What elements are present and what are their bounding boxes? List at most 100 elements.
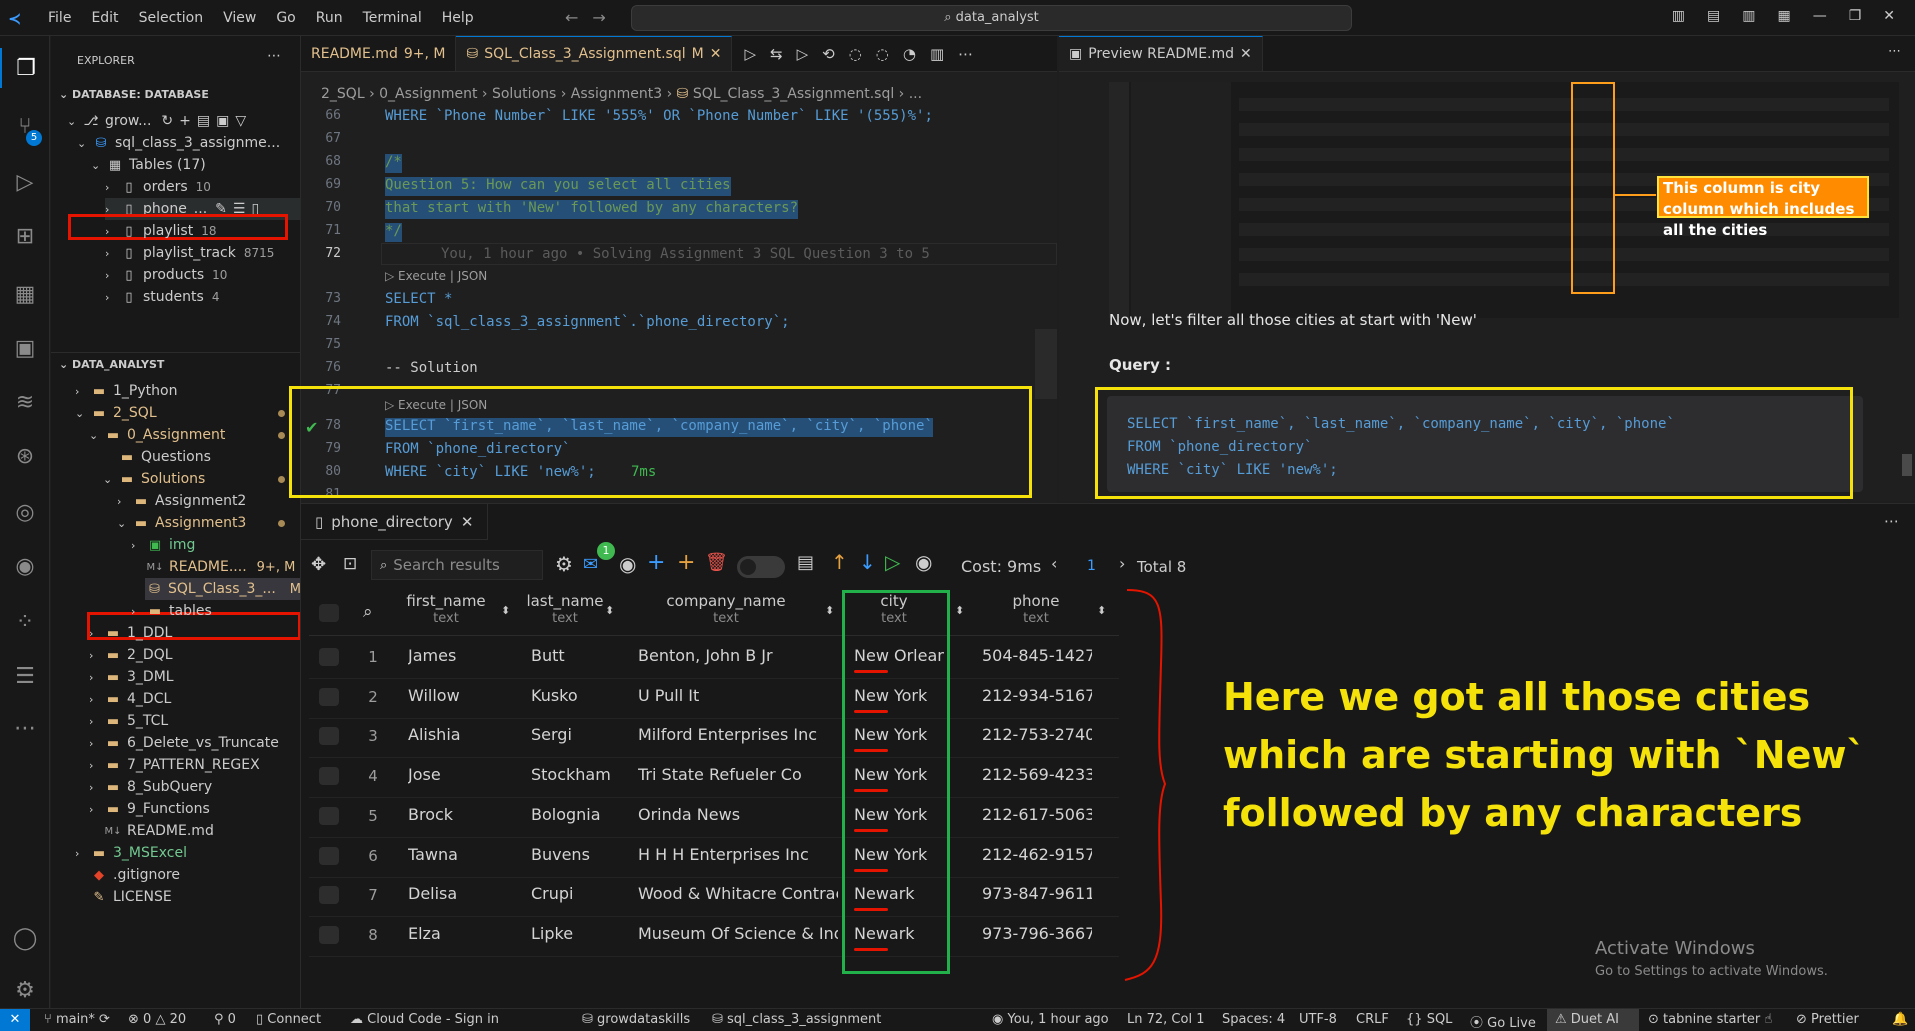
table-cell-phone[interactable]: 212-569-4233 [982, 765, 1092, 784]
database-icon[interactable]: ≋ [0, 382, 50, 422]
add-icon[interactable]: + [677, 550, 695, 575]
cloud-code-button[interactable]: ☁ Cloud Code - Sign in [350, 1012, 499, 1027]
code-line-73[interactable]: SELECT * [385, 291, 452, 310]
table-item-products[interactable]: › ▯ products 10 [105, 264, 227, 286]
layout-sidebar-icon[interactable]: ▥ [1672, 8, 1685, 24]
row-checkbox[interactable] [319, 846, 339, 865]
go-live-button[interactable]: ⦿ Go Live [1470, 1012, 1536, 1031]
close-tab-icon[interactable]: ✕ [710, 46, 722, 62]
menu-go[interactable]: Go [276, 10, 295, 26]
close-tab-icon[interactable]: ✕ [1240, 46, 1252, 62]
github-icon[interactable]: ◉ [0, 546, 50, 586]
table-cell-first-name[interactable]: Brock [408, 805, 508, 824]
code-line-76[interactable]: -- Solution [385, 360, 478, 379]
tree-item-2-sql[interactable]: ⌄ ▬ 2_SQL [75, 402, 300, 424]
column-header-first-name[interactable]: first_name text [391, 592, 501, 626]
minimize-icon[interactable]: — [1813, 8, 1827, 24]
next-page-icon[interactable]: › [1119, 554, 1125, 573]
customize-layout-icon[interactable]: ▦ [1777, 8, 1790, 24]
menu-selection[interactable]: Selection [139, 10, 204, 26]
lock-icon[interactable]: ⊡ [343, 554, 357, 574]
sort-icon[interactable]: ⬍ [955, 604, 964, 617]
accounts-icon[interactable]: ◯ [0, 918, 50, 958]
crumb[interactable]: Solutions [492, 86, 556, 102]
run-icon[interactable]: ▷ [885, 550, 900, 574]
table-cell-last-name[interactable]: Kusko [531, 686, 621, 705]
table-cell-phone[interactable]: 504-845-1427 [982, 646, 1092, 665]
sort-icon[interactable]: ⬍ [605, 604, 614, 617]
row-checkbox[interactable] [319, 648, 339, 666]
table-cell-phone[interactable]: 212-753-2740 [982, 725, 1092, 744]
tabnine-status[interactable]: ⊙ tabnine starter ☝ [1648, 1012, 1772, 1027]
menu-run[interactable]: Run [316, 10, 343, 26]
table-cell-last-name[interactable]: Lipke [531, 924, 621, 943]
row-checkbox[interactable] [319, 886, 339, 905]
tree-item-assignment3[interactable]: ⌄ ▬ Assignment3 [117, 512, 300, 534]
table-cell-company-name[interactable]: Museum Of Science & Indu [638, 924, 838, 943]
column-header-phone[interactable]: phone text [971, 592, 1101, 626]
split-editor-icon[interactable]: ▥ [930, 45, 944, 63]
code-line-74[interactable]: FROM `sql_class_3_assignment`.`phone_dir… [385, 314, 790, 333]
run-file-icon[interactable]: ▷ [797, 45, 809, 63]
end-of-line[interactable]: CRLF [1356, 1012, 1389, 1027]
search-results-input[interactable]: ⌕ Search results [371, 550, 543, 580]
menu-terminal[interactable]: Terminal [363, 10, 422, 26]
ports-indicator[interactable]: ⚲ 0 [214, 1012, 236, 1027]
table-cell-company-name[interactable]: Benton, John B Jr [638, 646, 838, 665]
crumb[interactable]: 2_SQL [321, 86, 365, 102]
minimap-slider[interactable] [1035, 329, 1057, 399]
code-line-70[interactable]: that start with 'New' followed by any ch… [385, 200, 799, 219]
git-graph-icon[interactable]: ⊛ [0, 436, 50, 476]
page-number[interactable]: 1 [1087, 558, 1096, 574]
explorer-more-icon[interactable]: ⋯ [267, 48, 281, 64]
run-icon[interactable]: ▷ [744, 45, 756, 63]
tree-item-readme[interactable]: M↓ README.... 9+, M [145, 556, 295, 578]
crumb[interactable]: SQL_Class_3_Assignment.sql [693, 86, 894, 102]
panel-more-icon[interactable]: ⋯ [1884, 512, 1899, 530]
table-cell-first-name[interactable]: Alishia [408, 725, 508, 744]
remote-icon[interactable]: ✕ [0, 1009, 30, 1031]
column-header-company-name[interactable]: company_name text [621, 592, 831, 626]
db-connection-status[interactable]: ⛁ growdataskills [582, 1012, 690, 1027]
more-actions-icon[interactable]: ⋯ [958, 45, 973, 63]
git-blame-status[interactable]: ◉ You, 1 hour ago [992, 1012, 1109, 1027]
close-tab-icon[interactable]: ✕ [461, 513, 474, 531]
close-window-icon[interactable]: ✕ [1883, 8, 1895, 24]
settings-gear-icon[interactable]: ⚙ [0, 970, 50, 1010]
table-cell-company-name[interactable]: Tri State Refueler Co [638, 765, 838, 784]
row-checkbox[interactable] [319, 727, 339, 746]
tree-item-solutions[interactable]: ⌄ ▬ Solutions [103, 468, 300, 490]
tree-item-6-delete[interactable]: › ▬ 6_Delete_vs_Truncate [89, 732, 279, 754]
table-cell-phone[interactable]: 212-934-5167 [982, 686, 1092, 705]
testing-icon[interactable]: ⁘ [0, 602, 50, 642]
code-line-68[interactable]: /* [385, 154, 402, 173]
mail-icon[interactable]: ✉ [583, 554, 598, 575]
table-cell-first-name[interactable]: Willow [408, 686, 508, 705]
run-query-icon[interactable]: ⇆ [770, 45, 783, 63]
docker-icon[interactable]: ◎ [0, 492, 50, 532]
table-cell-last-name[interactable]: Bolognia [531, 805, 621, 824]
code-line-71[interactable]: */ [385, 223, 402, 242]
extensions-icon[interactable]: ⊞ [0, 216, 50, 256]
tree-item-1-python[interactable]: › ▬ 1_Python [75, 380, 177, 402]
source-control-icon[interactable]: ⑂ 5 [0, 106, 50, 146]
tree-item-3-msexcel[interactable]: › ▬ 3_MSExcel [75, 842, 187, 864]
row-checkbox[interactable] [319, 925, 339, 944]
db-schema[interactable]: ⌄ ⛁ sql_class_3_assignme... [77, 132, 280, 154]
language-mode[interactable]: {} SQL [1406, 1012, 1452, 1027]
table-cell-phone[interactable]: 212-617-5063 [982, 805, 1092, 824]
tree-item-3-dml[interactable]: › ▬ 3_DML [89, 666, 174, 688]
tree-item-4-dcl[interactable]: › ▬ 4_DCL [89, 688, 171, 710]
compare-icon[interactable]: ◌ [849, 45, 862, 63]
history-icon[interactable]: ⟲ [822, 45, 835, 63]
tree-item-questions[interactable]: ▬ Questions [103, 446, 211, 468]
table-cell-first-name[interactable]: James [408, 646, 508, 665]
table-cell-last-name[interactable]: Buvens [531, 845, 621, 864]
tab-preview-readme[interactable]: ▣ Preview README.md ✕ [1059, 36, 1263, 71]
table-cell-company-name[interactable]: U Pull It [638, 686, 838, 705]
table-item-students[interactable]: › ▯ students 4 [105, 286, 219, 308]
row-checkbox[interactable] [319, 806, 339, 825]
layout-panel-icon[interactable]: ▤ [1707, 8, 1720, 24]
problems-indicator[interactable]: ⊗ 0 △ 20 [128, 1012, 186, 1027]
tree-item-5-tcl[interactable]: › ▬ 5_TCL [89, 710, 168, 732]
